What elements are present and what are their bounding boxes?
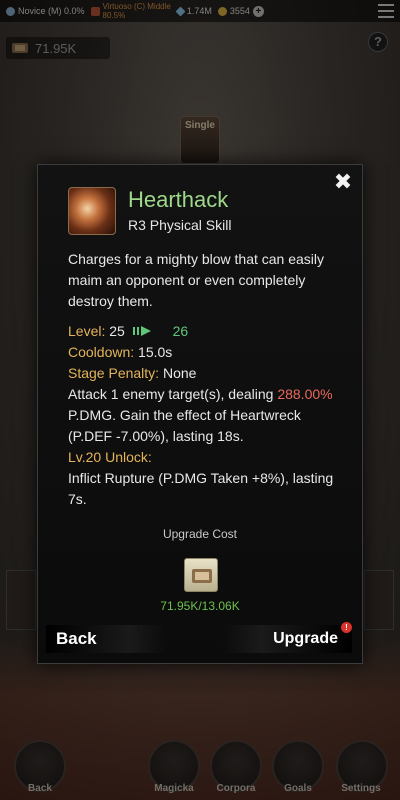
cooldown-row: Cooldown: 15.0s [68,342,344,363]
back-button[interactable]: Back [46,625,166,653]
penalty-row: Stage Penalty: None [68,363,344,384]
scroll-material-icon [184,558,218,592]
effect-text-b: P.DMG. Gain the effect of Heartwreck (P.… [68,407,301,444]
effect-text-a: Attack 1 enemy target(s), dealing [68,386,278,402]
skill-stats: Level: 25 26 Cooldown: 15.0s Stage Penal… [68,321,344,510]
level-current: 25 [109,323,125,339]
close-icon[interactable]: ✖ [332,171,354,193]
upgrade-button-label: Upgrade [273,630,338,647]
level-next: 26 [172,323,189,339]
skill-description: Charges for a mighty blow that can easil… [68,251,325,309]
skill-type: R3 Physical Skill [128,217,232,233]
skill-detail-modal: ✖ Hearthack R3 Physical Skill Charges fo… [37,164,363,664]
upgrade-cost-title: Upgrade Cost [162,527,238,541]
unlock-text: Inflict Rupture (P.DMG Taken +8%), lasti… [68,470,334,507]
level-up-arrow-icon [132,326,151,337]
cooldown-value: 15.0s [138,344,173,360]
effect-percentage: 288.00% [277,386,333,402]
penalty-value: None [162,365,197,381]
level-row: Level: 25 26 [68,321,344,342]
skill-name: Hearthack [128,187,229,212]
skill-icon [68,187,116,235]
upgrade-button[interactable]: Upgrade ! [222,622,352,653]
level-label: Level: [68,323,106,339]
effect-text: Attack 1 enemy target(s), dealing 288.00… [68,384,344,447]
cooldown-label: Cooldown: [68,344,135,360]
penalty-label: Stage Penalty: [68,365,160,381]
unlock-label: Lv.20 Unlock: [68,449,152,465]
upgrade-cost-value: 71.95K/13.06K [160,599,240,613]
upgrade-alert-badge: ! [341,622,352,633]
